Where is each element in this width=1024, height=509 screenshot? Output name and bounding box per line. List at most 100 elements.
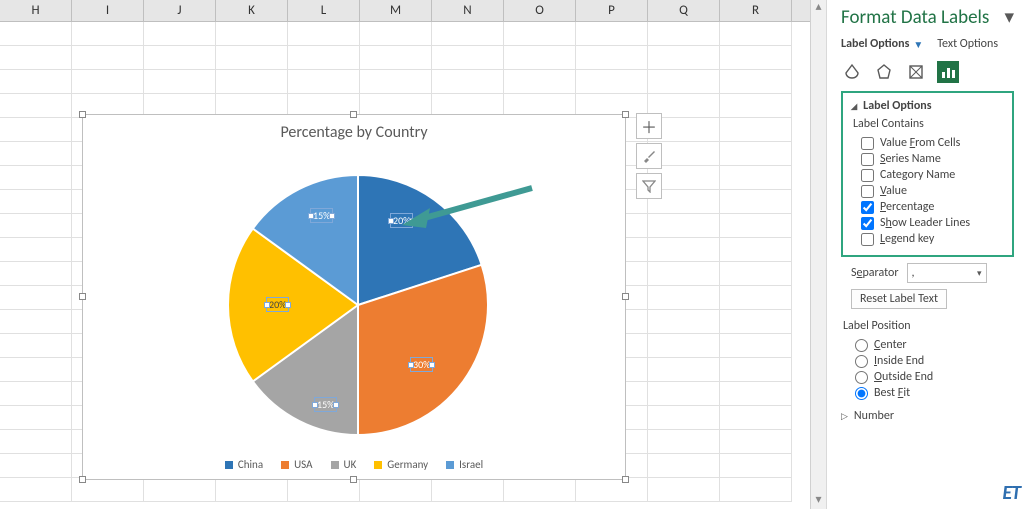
cell[interactable] xyxy=(648,22,720,46)
cell[interactable] xyxy=(144,478,216,502)
cell[interactable] xyxy=(72,22,144,46)
scroll-down-icon[interactable]: ▾ xyxy=(811,493,826,509)
cell[interactable] xyxy=(720,478,792,502)
cell[interactable] xyxy=(648,214,720,238)
cell[interactable] xyxy=(216,478,288,502)
cell[interactable] xyxy=(144,22,216,46)
cell[interactable] xyxy=(216,22,288,46)
cell[interactable] xyxy=(0,190,72,214)
cell[interactable] xyxy=(720,406,792,430)
cell[interactable] xyxy=(720,382,792,406)
cell[interactable] xyxy=(720,142,792,166)
cell[interactable] xyxy=(216,46,288,70)
cell[interactable] xyxy=(576,46,648,70)
cell[interactable] xyxy=(72,70,144,94)
cell[interactable] xyxy=(720,334,792,358)
legend-item[interactable]: USA xyxy=(281,458,312,471)
cell[interactable] xyxy=(576,22,648,46)
separator-select[interactable]: ,▾ xyxy=(907,263,987,283)
cell[interactable] xyxy=(216,70,288,94)
cell[interactable] xyxy=(360,70,432,94)
cell[interactable] xyxy=(0,286,72,310)
checkbox-value[interactable]: Value xyxy=(851,183,1004,199)
col-header[interactable]: M xyxy=(360,0,432,21)
col-header[interactable]: J xyxy=(144,0,216,21)
cell[interactable] xyxy=(720,310,792,334)
cell[interactable] xyxy=(720,190,792,214)
cell[interactable] xyxy=(432,478,504,502)
col-header[interactable]: I xyxy=(72,0,144,21)
cell[interactable] xyxy=(648,406,720,430)
cell[interactable] xyxy=(0,46,72,70)
col-header[interactable]: Q xyxy=(648,0,720,21)
cell[interactable] xyxy=(360,46,432,70)
col-header[interactable]: P xyxy=(576,0,648,21)
col-header[interactable]: N xyxy=(432,0,504,21)
radio-best-fit[interactable]: Best Fit xyxy=(841,385,1014,401)
chart-title[interactable]: Percentage by Country xyxy=(83,115,625,142)
cell[interactable] xyxy=(504,70,576,94)
cell[interactable] xyxy=(648,478,720,502)
cell[interactable] xyxy=(720,454,792,478)
cell[interactable] xyxy=(720,94,792,118)
checkbox-legend-key[interactable]: Legend key xyxy=(851,231,1004,247)
cell[interactable] xyxy=(576,70,648,94)
label-options-icon[interactable] xyxy=(937,61,959,83)
checkbox-series-name[interactable]: Series Name xyxy=(851,151,1004,167)
cell[interactable] xyxy=(720,166,792,190)
fill-line-icon[interactable] xyxy=(841,61,863,83)
cell[interactable] xyxy=(288,22,360,46)
cell[interactable] xyxy=(432,70,504,94)
cell[interactable] xyxy=(0,94,72,118)
cell[interactable] xyxy=(648,310,720,334)
cell[interactable] xyxy=(720,118,792,142)
cell[interactable] xyxy=(0,358,72,382)
legend-item[interactable]: Germany xyxy=(374,458,428,471)
cell[interactable] xyxy=(504,22,576,46)
section-header-label-options[interactable]: Label Options xyxy=(851,99,1004,113)
cell[interactable] xyxy=(432,46,504,70)
cell[interactable] xyxy=(648,454,720,478)
tab-text-options[interactable]: Text Options xyxy=(937,37,998,51)
radio-center[interactable]: Center xyxy=(841,337,1014,353)
data-label-uk[interactable]: 15% xyxy=(314,397,337,412)
cell[interactable] xyxy=(648,262,720,286)
cell[interactable] xyxy=(144,46,216,70)
cell[interactable] xyxy=(0,118,72,142)
cell[interactable] xyxy=(432,22,504,46)
col-header[interactable]: H xyxy=(0,0,72,21)
cell[interactable] xyxy=(0,310,72,334)
size-properties-icon[interactable] xyxy=(905,61,927,83)
cell[interactable] xyxy=(720,430,792,454)
chart-styles-button[interactable] xyxy=(636,143,662,169)
data-label-israel[interactable]: 15% xyxy=(310,208,333,223)
cell[interactable] xyxy=(0,454,72,478)
cell[interactable] xyxy=(504,478,576,502)
data-label-china[interactable]: 20% xyxy=(390,213,413,228)
data-label-usa[interactable]: 30% xyxy=(410,357,433,372)
col-header[interactable]: K xyxy=(216,0,288,21)
checkbox-value-from-cells[interactable]: Value From Cells xyxy=(851,135,1004,151)
cell[interactable] xyxy=(648,238,720,262)
checkbox-category-name[interactable]: Category Name xyxy=(851,167,1004,183)
cell[interactable] xyxy=(720,46,792,70)
chart-object[interactable]: Percentage by Country 20% 30% 15% 20% 15… xyxy=(82,114,626,480)
radio-outside-end[interactable]: Outside End xyxy=(841,369,1014,385)
section-header-number[interactable]: Number xyxy=(841,409,1014,423)
cell[interactable] xyxy=(720,22,792,46)
effects-icon[interactable] xyxy=(873,61,895,83)
cell[interactable] xyxy=(648,358,720,382)
cell[interactable] xyxy=(720,286,792,310)
cell[interactable] xyxy=(720,358,792,382)
cell[interactable] xyxy=(144,70,216,94)
cell[interactable] xyxy=(360,22,432,46)
cell[interactable] xyxy=(576,478,648,502)
cell[interactable] xyxy=(288,46,360,70)
legend-item[interactable]: China xyxy=(225,458,263,471)
cell[interactable] xyxy=(648,286,720,310)
cell[interactable] xyxy=(648,430,720,454)
cell[interactable] xyxy=(0,430,72,454)
checkbox-percentage[interactable]: Percentage xyxy=(851,199,1004,215)
col-header[interactable]: R xyxy=(720,0,792,21)
cell[interactable] xyxy=(0,382,72,406)
